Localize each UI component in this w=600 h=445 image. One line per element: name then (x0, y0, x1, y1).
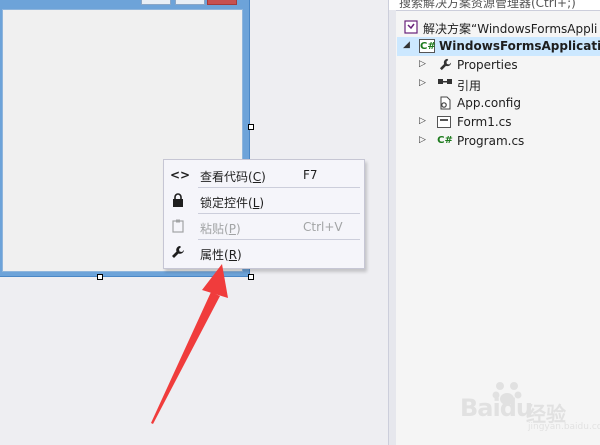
menu-item-lock-controls[interactable]: 锁定控件(L) (164, 189, 364, 213)
lock-icon (170, 193, 186, 209)
code-icon: <> (170, 168, 191, 182)
shortcut-label: F7 (303, 168, 318, 182)
expand-arrow-icon[interactable]: ▷ (419, 135, 429, 145)
tree-item-properties[interactable]: ▷ Properties (397, 56, 600, 75)
resize-handle-corner[interactable] (248, 274, 254, 280)
form-icon (437, 116, 451, 128)
tree-item-app-config[interactable]: App.config (397, 94, 600, 113)
red-annotation-arrow (151, 264, 228, 424)
references-icon (437, 77, 453, 91)
expand-arrow-icon[interactable]: ▷ (419, 59, 429, 69)
context-menu: <> 查看代码(C) F7 锁定控件(L) 粘贴(P) Ctrl+V 属性(R) (163, 159, 365, 269)
csharp-file-icon: C# (437, 135, 453, 146)
maximize-button (175, 0, 205, 5)
baidu-jingyan-watermark: Baidu 经验 jingyan.baidu.com (452, 378, 600, 438)
menu-item-view-code[interactable]: <> 查看代码(C) F7 (164, 163, 364, 187)
resize-handle-bottom[interactable] (97, 274, 103, 280)
solution-icon (403, 20, 419, 34)
expand-arrow-icon[interactable]: ▷ (419, 116, 429, 126)
tree-item-project[interactable]: ◢ C# WindowsFormsApplicatio (397, 37, 600, 56)
menu-item-paste[interactable]: 粘贴(P) Ctrl+V (164, 215, 364, 239)
tree-item-program[interactable]: ▷ C# Program.cs (397, 132, 600, 151)
resize-handle-right[interactable] (248, 124, 254, 130)
wrench-icon (170, 245, 186, 261)
wrench-icon (437, 58, 453, 72)
solution-explorer-search-input[interactable]: 搜索解决方案资源管理器(Ctrl+;) (389, 0, 600, 11)
tree-item-form1[interactable]: ▷ Form1.cs (397, 113, 600, 132)
form-designer-surface[interactable]: <> 查看代码(C) F7 锁定控件(L) 粘贴(P) Ctrl+V 属性(R) (0, 0, 388, 445)
paste-icon (170, 219, 186, 235)
panel-gutter (389, 10, 396, 445)
menu-separator (198, 213, 360, 214)
tree-item-references[interactable]: ▷ 引用 (397, 75, 600, 94)
menu-separator (198, 239, 360, 240)
minimize-button (141, 0, 171, 5)
expand-arrow-icon[interactable]: ▷ (419, 78, 429, 88)
collapse-arrow-icon[interactable]: ◢ (403, 40, 413, 50)
shortcut-label: Ctrl+V (303, 220, 343, 234)
config-file-icon (437, 96, 453, 110)
csharp-project-icon: C# (419, 39, 436, 53)
tree-item-solution[interactable]: 解决方案“WindowsFormsAppli (397, 18, 600, 37)
menu-separator (198, 187, 360, 188)
close-button (207, 0, 237, 5)
